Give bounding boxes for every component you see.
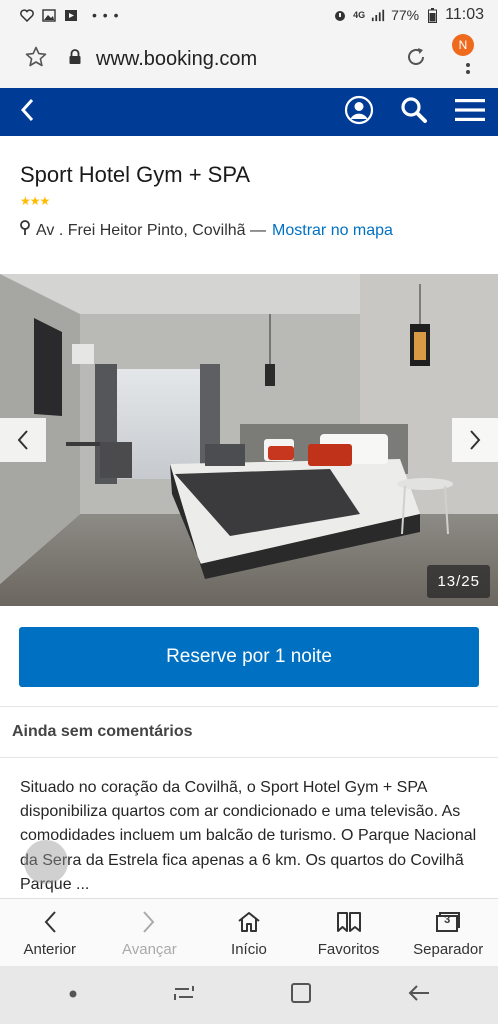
heart-icon (20, 8, 34, 22)
map-pin-icon (20, 220, 30, 241)
nav-back-label: Anterior (23, 941, 77, 958)
address-row: Av . Frei Heitor Pinto, Covilhã — Mostra… (20, 220, 478, 241)
nav-forward-button[interactable]: Avançar (100, 899, 200, 966)
nav-home-button[interactable]: Início (199, 899, 299, 966)
reviews-status: Ainda sem comentários (0, 708, 498, 758)
chevron-right-icon (468, 429, 482, 451)
alarm-icon (333, 8, 347, 22)
nav-forward-label: Avançar (122, 941, 177, 958)
nav-back-button[interactable]: Anterior (0, 899, 100, 966)
browser-bottom-nav: Anterior Avançar Início Favoritos 3 Sepa… (0, 898, 498, 966)
nav-home-label: Início (231, 941, 267, 958)
tab-count: 3 (444, 914, 451, 926)
battery-percent: 77% (391, 7, 420, 23)
assistant-dot-icon[interactable] (68, 986, 78, 1004)
search-icon[interactable] (400, 96, 428, 129)
hotel-description: Situado no coração da Covilhã, o Sport H… (20, 779, 477, 893)
url-bar[interactable]: www.booking.com N (0, 30, 498, 88)
nav-tabs-button[interactable]: 3 Separador (398, 899, 498, 966)
chevron-left-icon (16, 429, 30, 451)
hotel-info: Sport Hotel Gym + SPA ★★★ Av . Frei Heit… (0, 136, 498, 274)
hamburger-menu-icon[interactable] (454, 98, 486, 127)
network-type: 4G (353, 10, 366, 20)
lock-icon (68, 48, 82, 70)
photo-counter: 13/25 (427, 565, 490, 598)
menu-dot-icon (466, 70, 470, 74)
floating-assistant-button[interactable] (24, 840, 68, 884)
browser-menu-button[interactable]: N (452, 34, 478, 74)
show-map-link[interactable]: Mostrar no mapa (272, 222, 393, 240)
hotel-name: Sport Hotel Gym + SPA (20, 162, 251, 187)
nav-bookmarks-label: Favoritos (317, 941, 380, 958)
home-icon (237, 909, 261, 935)
clock: 11:03 (445, 6, 484, 23)
back-icon[interactable] (407, 983, 431, 1008)
nav-bookmarks-button[interactable]: Favoritos (299, 899, 399, 966)
signal-icon (371, 8, 385, 22)
profile-badge: N (452, 34, 474, 56)
photo-gallery[interactable]: 13/25 (0, 274, 498, 606)
site-header (0, 88, 498, 136)
hotel-room-photo (0, 274, 498, 606)
url-text[interactable]: www.booking.com (96, 48, 257, 71)
account-icon[interactable] (344, 95, 374, 130)
reserve-button[interactable]: Reserve por 1 noite (19, 627, 479, 687)
tabs-icon: 3 (435, 909, 461, 935)
more-notifications-icon: • • • (92, 7, 120, 23)
chevron-right-icon (142, 909, 156, 935)
video-icon (64, 8, 78, 22)
gallery-prev-button[interactable] (0, 418, 46, 462)
battery-icon (425, 7, 439, 23)
android-nav-bar (0, 966, 498, 1024)
reserve-section: Reserve por 1 noite (0, 606, 498, 707)
recent-apps-icon[interactable] (173, 983, 195, 1008)
star-rating: ★★★ (20, 194, 50, 208)
reload-icon[interactable] (404, 45, 428, 74)
star-icon[interactable] (24, 45, 48, 74)
status-bar: • • • 4G 77% 11:03 (0, 0, 498, 30)
nav-tabs-label: Separador (413, 941, 484, 958)
home-square-icon[interactable] (290, 982, 312, 1009)
address-text: Av . Frei Heitor Pinto, Covilhã — (36, 221, 267, 239)
chevron-left-icon (43, 909, 57, 935)
menu-dot-icon (466, 63, 470, 67)
gallery-next-button[interactable] (452, 418, 498, 462)
back-arrow-icon[interactable] (18, 97, 38, 128)
bookmarks-icon (336, 909, 362, 935)
image-icon (42, 8, 56, 22)
